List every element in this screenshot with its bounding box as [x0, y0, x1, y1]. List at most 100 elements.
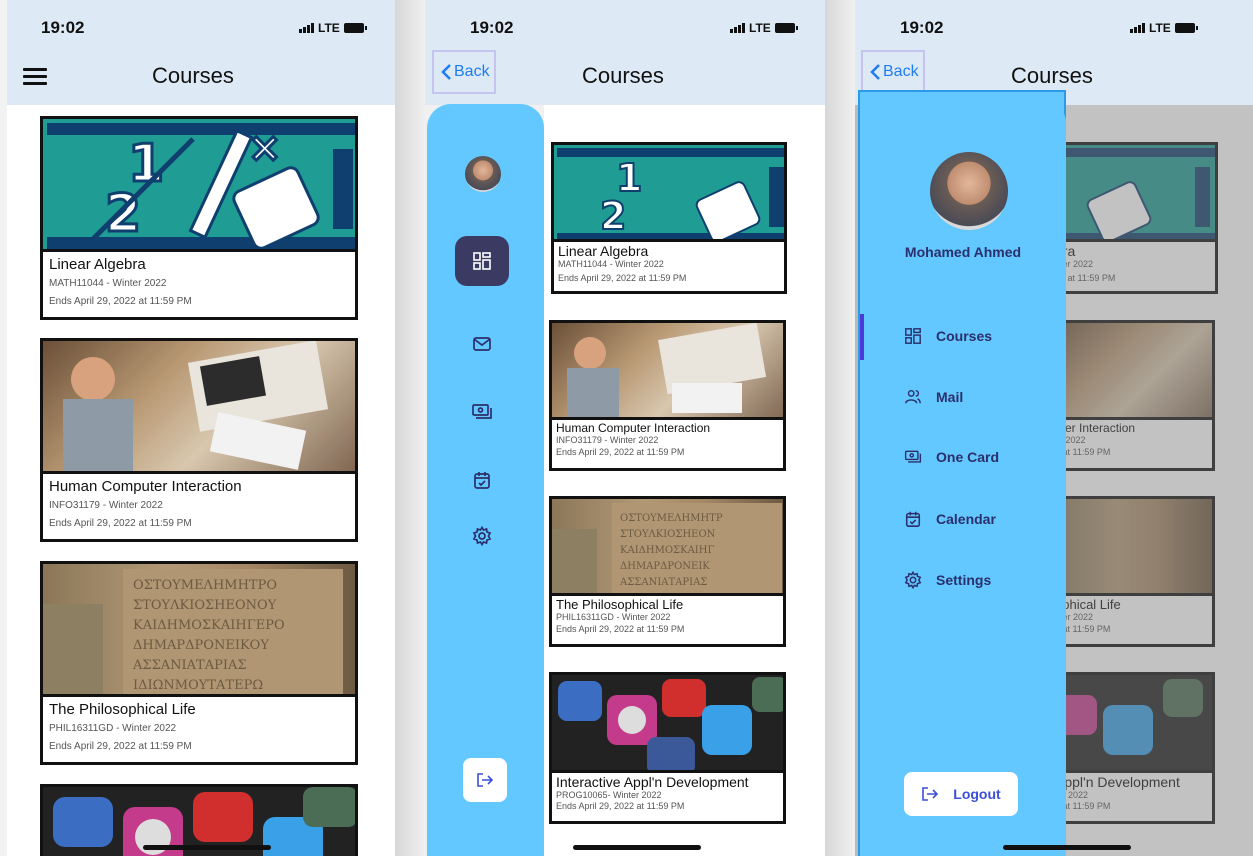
course-image-desk [552, 323, 783, 423]
course-end-date: Ends April 29, 2022 at 11:59 PM [556, 624, 685, 634]
divider-shadow [825, 0, 855, 856]
course-info: Interactive Appl'n Development PROG10065… [552, 770, 783, 821]
nav-rail [427, 104, 544, 856]
gear-icon [472, 526, 492, 546]
network-label: LTE [1149, 21, 1171, 35]
network-indicator: LTE [299, 21, 367, 35]
logout-icon [922, 787, 939, 801]
chevron-left-icon [441, 64, 451, 80]
active-indicator [860, 314, 864, 360]
course-end-date: Ends April 29, 2022 at 11:59 PM [556, 447, 685, 457]
svg-text:ΣΤΟΥΛΚΙΟΣΗΕΟΝΟΥ: ΣΤΟΥΛΚΙΟΣΗΕΟΝΟΥ [133, 598, 277, 613]
course-end-date: Ends April 29, 2022 at 11:59 PM [558, 273, 687, 283]
home-indicator [143, 845, 271, 850]
course-title: Interactive Appl'n Development [556, 774, 749, 790]
avatar[interactable] [930, 152, 1008, 230]
back-button[interactable]: Back [432, 50, 496, 94]
svg-text:ΔΗΜΑΡΔΡΟΝΕΙΚ: ΔΗΜΑΡΔΡΟΝΕΙΚ [620, 561, 710, 572]
rail-item-calendar[interactable] [470, 468, 494, 492]
rail-item-settings[interactable] [470, 524, 494, 548]
course-code: PHIL16311GD - Winter 2022 [49, 723, 177, 734]
status-bar: 19:02 LTE [7, 0, 395, 55]
drawer-item-label: Mail [936, 389, 964, 405]
course-code: MATH11044 - Winter 2022 [49, 278, 167, 289]
back-button[interactable]: Back [861, 50, 925, 94]
course-code: PROG10065- Winter 2022 [556, 790, 662, 800]
drawer-item-one-card[interactable]: One Card [904, 449, 999, 465]
status-time: 19:02 [470, 18, 514, 37]
course-card-app-dev[interactable]: Interactive Appl'n Development PROG10065… [549, 672, 786, 824]
network-label: LTE [749, 21, 771, 35]
drawer-item-courses[interactable]: Courses [904, 327, 992, 345]
nav-drawer: Mohamed Ahmed Courses Mail One Card Cale… [858, 90, 1066, 856]
divider-shadow [395, 0, 425, 856]
course-end-date: Ends April 29, 2022 at 11:59 PM [556, 801, 685, 811]
logout-button[interactable]: Logout [904, 772, 1018, 816]
course-end-date: Ends April 29, 2022 at 11:59 PM [49, 296, 192, 307]
svg-text:ΙΔΙΩΝΜΟΥΤΑΤΕΡΩ: ΙΔΙΩΝΜΟΥΤΑΤΕΡΩ [133, 678, 263, 693]
back-label: Back [883, 63, 919, 80]
course-info: The Philosophical Life PHIL16311GD - Win… [552, 593, 783, 644]
logout-icon-button[interactable] [463, 758, 507, 802]
course-code: INFO31179 - Winter 2022 [49, 500, 163, 511]
svg-text:ΚΑΙΔΗΜΟΣΚΑΙΗΓ: ΚΑΙΔΗΜΟΣΚΑΙΗΓ [620, 545, 714, 556]
course-card-philosophy[interactable]: ΟΣΤΟΥΜΕΛΗΜΗΤΡΟ ΣΤΟΥΛΚΙΟΣΗΕΟΝΟΥ ΚΑΙΔΗΜΟΣΚ… [40, 561, 358, 765]
battery-icon [1174, 23, 1198, 33]
svg-text:2: 2 [600, 194, 626, 238]
user-name: Mohamed Ahmed [904, 244, 1022, 260]
svg-text:×: × [248, 125, 282, 171]
drawer-item-mail[interactable]: Mail [904, 388, 963, 406]
svg-text:ΑΣΣΑΝΙΑΤΑΡΙΑΣ: ΑΣΣΑΝΙΑΤΑΡΙΑΣ [619, 577, 707, 588]
course-end-date: Ends April 29, 2022 at 11:59 PM [49, 741, 192, 752]
course-card-linear-algebra[interactable]: 1 2 Linear Algebra MATH11044 - Winter 20… [551, 142, 787, 294]
signal-icon [730, 23, 745, 33]
status-time: 19:02 [41, 18, 85, 37]
grid-icon [473, 252, 491, 270]
back-label: Back [454, 63, 490, 80]
course-info: Linear Algebra MATH11044 - Winter 2022 E… [43, 249, 355, 317]
course-card-linear-algebra[interactable]: 1 2 × Linear Algebra MATH11044 - Winter … [40, 116, 358, 320]
calendar-icon [474, 472, 490, 489]
drawer-item-label: Courses [936, 328, 993, 344]
drawer-item-settings[interactable]: Settings [904, 571, 991, 589]
course-title: Human Computer Interaction [556, 421, 711, 435]
screenshot-root: 19:02 LTE Courses 1 2 × Linear Algebra M… [0, 0, 1253, 856]
svg-text:ΑΣΣΑΝΙΑΤΑΡΙΑΣ: ΑΣΣΑΝΙΑΤΑΡΙΑΣ [132, 658, 247, 673]
course-title: The Philosophical Life [49, 701, 196, 718]
svg-text:ΟΣΤΟΥΜΕΛΗΜΗΤΡ: ΟΣΤΟΥΜΕΛΗΜΗΤΡ [620, 513, 723, 524]
svg-text:ΔΗΜΑΡΔΡΟΝΕΙΚΟΥ: ΔΗΜΑΡΔΡΟΝΕΙΚΟΥ [133, 638, 269, 653]
drawer-item-label: Calendar [936, 511, 996, 527]
rail-item-mail[interactable] [470, 332, 494, 356]
status-bar: 19:02 LTE [855, 0, 1253, 55]
battery-icon [774, 23, 798, 33]
course-code: MATH11044 - Winter 2022 [558, 259, 664, 269]
users-icon [905, 389, 921, 404]
hamburger-menu-icon[interactable] [23, 68, 47, 86]
course-image-apps [552, 675, 783, 776]
phone-screen-collapsed-drawer: 19:02 LTE Back Courses 1 2 Linear Algebr… [425, 0, 825, 856]
course-image-stone: ΟΣΤΟΥΜΕΛΗΜΗΤΡΟ ΣΤΟΥΛΚΙΟΣΗΕΟΝΟΥ ΚΑΙΔΗΜΟΣΚ… [43, 564, 355, 698]
rail-item-courses[interactable] [455, 236, 509, 286]
page-title: Courses [152, 63, 234, 88]
course-end-date: Ends April 29, 2022 at 11:59 PM [49, 518, 192, 529]
chevron-left-icon [870, 64, 880, 80]
svg-text:ΟΣΤΟΥΜΕΛΗΜΗΤΡΟ: ΟΣΤΟΥΜΕΛΗΜΗΤΡΟ [133, 578, 277, 593]
avatar[interactable] [465, 156, 501, 192]
course-info: Linear Algebra MATH11044 - Winter 2022 E… [554, 239, 784, 291]
course-image-stone: ΟΣΤΟΥΜΕΛΗΜΗΤΡ ΣΤΟΥΛΚΙΟΣΗΕΟΝ ΚΑΙΔΗΜΟΣΚΑΙΗ… [552, 499, 783, 599]
course-info: Human Computer Interaction INFO31179 - W… [552, 417, 783, 468]
drawer-item-label: One Card [936, 449, 1000, 465]
gear-icon [904, 571, 922, 589]
svg-text:ΣΤΟΥΛΚΙΟΣΗΕΟΝ: ΣΤΟΥΛΚΙΟΣΗΕΟΝ [620, 529, 716, 540]
network-indicator: LTE [730, 21, 798, 35]
rail-item-one-card[interactable] [470, 400, 494, 424]
drawer-item-calendar[interactable]: Calendar [904, 510, 996, 528]
course-code: PHIL16311GD - Winter 2022 [556, 612, 671, 622]
card-icon [472, 404, 492, 419]
status-time: 19:02 [900, 18, 944, 37]
course-card-hci[interactable]: Human Computer Interaction INFO31179 - W… [40, 338, 358, 542]
card-icon [904, 450, 922, 463]
status-bar: 19:02 LTE [425, 0, 825, 55]
course-card-hci[interactable]: Human Computer Interaction INFO31179 - W… [549, 320, 786, 471]
course-card-philosophy[interactable]: ΟΣΤΟΥΜΕΛΗΜΗΤΡ ΣΤΟΥΛΚΙΟΣΗΕΟΝ ΚΑΙΔΗΜΟΣΚΑΙΗ… [549, 496, 786, 647]
